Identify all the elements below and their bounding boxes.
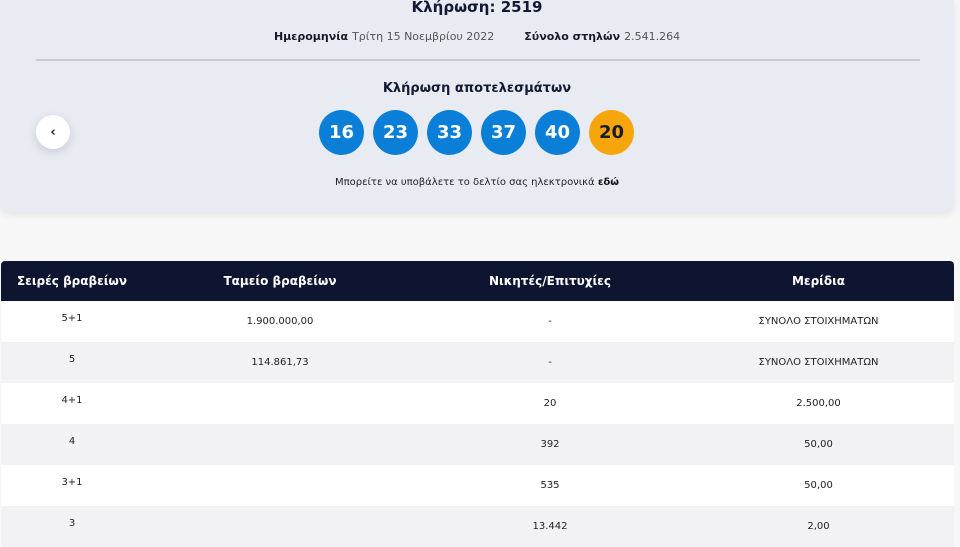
cell-winners: 20	[543, 398, 557, 409]
bonus-ball: 20	[589, 110, 634, 155]
cell-tier: 3+1	[61, 477, 83, 488]
cell-dividend: 50,00	[804, 439, 833, 450]
header-tiers: Σειρές βραβείων	[16, 274, 128, 288]
cell-tier: 5	[68, 354, 76, 365]
prize-table: Σειρές βραβείων Ταμείο βραβείων Νικητές/…	[1, 261, 954, 547]
cell-winners: 13.442	[532, 521, 568, 532]
divider	[36, 59, 920, 61]
cell-tier: 4	[68, 436, 76, 447]
draw-meta: Ημερομηνία Τρίτη 15 Νοεμβρίου 2022 Σύνολο …	[0, 30, 954, 43]
chevron-left-icon: ‹	[50, 124, 56, 140]
note-text: Μπορείτε να υποβάλετε το δελτίο σας ηλεκ…	[335, 177, 595, 188]
header-dividends: Μερίδια	[791, 274, 846, 288]
header-fund: Ταμείο βραβείων	[223, 274, 337, 288]
draw-title: Κλήρωση: 2519	[411, 0, 543, 16]
table-header: Σειρές βραβείων Ταμείο βραβείων Νικητές/…	[1, 261, 954, 301]
cell-winners: -	[548, 316, 552, 327]
date-label: Ημερομηνία	[273, 30, 349, 43]
cell-tier: 3	[68, 518, 76, 529]
cell-dividend: 2.500,00	[796, 398, 841, 409]
cell-fund: 1.900.000,00	[246, 316, 314, 327]
number-ball: 16	[319, 110, 364, 155]
cell-tier: 4+1	[61, 395, 83, 406]
cell-fund: 114.861,73	[251, 357, 309, 368]
number-ball: 40	[535, 110, 580, 155]
results-label: Κλήρωση αποτελεσμάτων	[382, 81, 572, 96]
number-ball: 33	[427, 110, 472, 155]
cell-dividend: ΣΥΝΟΛΟ ΣΤΟΙΧΗΜΑΤΩΝ	[758, 357, 879, 368]
header-winners: Νικητές/Επιτυχίες	[489, 274, 611, 288]
cell-dividend: 50,00	[804, 480, 833, 491]
table-row: 4+1 20 2.500,00	[1, 383, 954, 424]
number-ball: 23	[373, 110, 418, 155]
cell-dividend: 2,00	[807, 521, 830, 532]
cell-tier: 5+1	[61, 313, 83, 324]
cell-winners: 535	[540, 480, 560, 491]
note-link[interactable]: εδώ	[598, 177, 619, 188]
prev-draw-button[interactable]: ‹	[36, 115, 70, 149]
number-ball: 37	[481, 110, 526, 155]
table-row: 3 13.442 2,00	[1, 506, 954, 547]
table-row: 5+1 1.900.000,00 - ΣΥΝΟΛΟ ΣΤΟΙΧΗΜΑΤΩΝ	[1, 301, 954, 342]
total-value: 2.541.264	[624, 30, 681, 43]
online-note: Μπορείτε να υποβάλετε το δελτίο σας ηλεκ…	[0, 177, 954, 188]
date-value: Τρίτη 15 Νοεμβρίου 2022	[352, 30, 495, 43]
table-row: 5 114.861,73 - ΣΥΝΟΛΟ ΣΤΟΙΧΗΜΑΤΩΝ	[1, 342, 954, 383]
table-row: 4 392 50,00	[1, 424, 954, 465]
cell-winners: 392	[540, 439, 560, 450]
cell-dividend: ΣΥΝΟΛΟ ΣΤΟΙΧΗΜΑΤΩΝ	[758, 316, 879, 327]
total-label: Σύνολο στηλών	[524, 30, 621, 43]
table-row: 3+1 535 50,00	[1, 465, 954, 506]
draw-card: Κλήρωση: 2519 Ημερομηνία Τρίτη 15 Νοεμβρί…	[0, 0, 954, 212]
cell-winners: -	[548, 357, 552, 368]
winning-numbers: 16 23 33 37 40 20	[319, 110, 634, 155]
